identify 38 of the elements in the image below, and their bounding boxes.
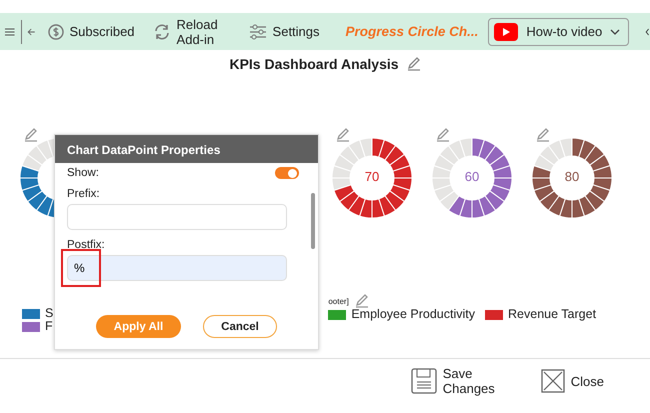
- donut-value: 70: [364, 169, 380, 184]
- prefix-input[interactable]: [67, 204, 287, 230]
- close-button[interactable]: Close: [534, 365, 610, 397]
- subscribed-button[interactable]: Subscribed: [42, 24, 141, 40]
- cancel-button[interactable]: Cancel: [203, 315, 277, 338]
- save-changes-button[interactable]: Save Changes: [404, 365, 495, 397]
- legend-label: Revenue Target: [508, 308, 596, 321]
- show-toggle[interactable]: [275, 167, 299, 179]
- dollar-coin-icon: [48, 24, 64, 40]
- pencil-icon[interactable]: [336, 128, 350, 142]
- pencil-icon[interactable]: [354, 294, 369, 308]
- field-label: Postfix:: [67, 239, 106, 251]
- pencil-icon[interactable]: [436, 128, 450, 142]
- chevron-left-icon[interactable]: [645, 26, 650, 38]
- play-icon: [494, 22, 518, 40]
- postfix-input[interactable]: %: [67, 255, 287, 281]
- highlight-frame: [61, 249, 101, 287]
- settings-icon: [248, 24, 267, 40]
- dialog-title: Chart DataPoint Properties: [55, 135, 318, 163]
- donut-value: 60: [464, 169, 480, 184]
- donut-value: 80: [564, 169, 580, 184]
- legend-label: Employee Productivity: [351, 308, 476, 321]
- legend-label: F: [45, 320, 53, 333]
- caret-icon: [610, 28, 620, 34]
- app-title: Progress Circle Ch...: [346, 24, 478, 39]
- dashboard-title: KPIs Dashboard Analysis: [229, 56, 399, 72]
- how-to-video-button[interactable]: How-to video: [488, 18, 630, 46]
- pencil-icon[interactable]: [536, 128, 550, 142]
- field-label: Show:: [67, 167, 99, 179]
- reload-button[interactable]: Reload Add-in: [146, 16, 229, 46]
- settings-button[interactable]: Settings: [242, 24, 326, 40]
- legend-fragment: ooter]: [328, 296, 349, 306]
- refresh-icon: [152, 22, 171, 40]
- close-icon: [540, 369, 565, 393]
- pencil-icon[interactable]: [24, 128, 38, 142]
- pencil-icon[interactable]: [406, 57, 421, 71]
- field-label: Prefix:: [67, 188, 101, 200]
- legend-label: S: [45, 307, 54, 320]
